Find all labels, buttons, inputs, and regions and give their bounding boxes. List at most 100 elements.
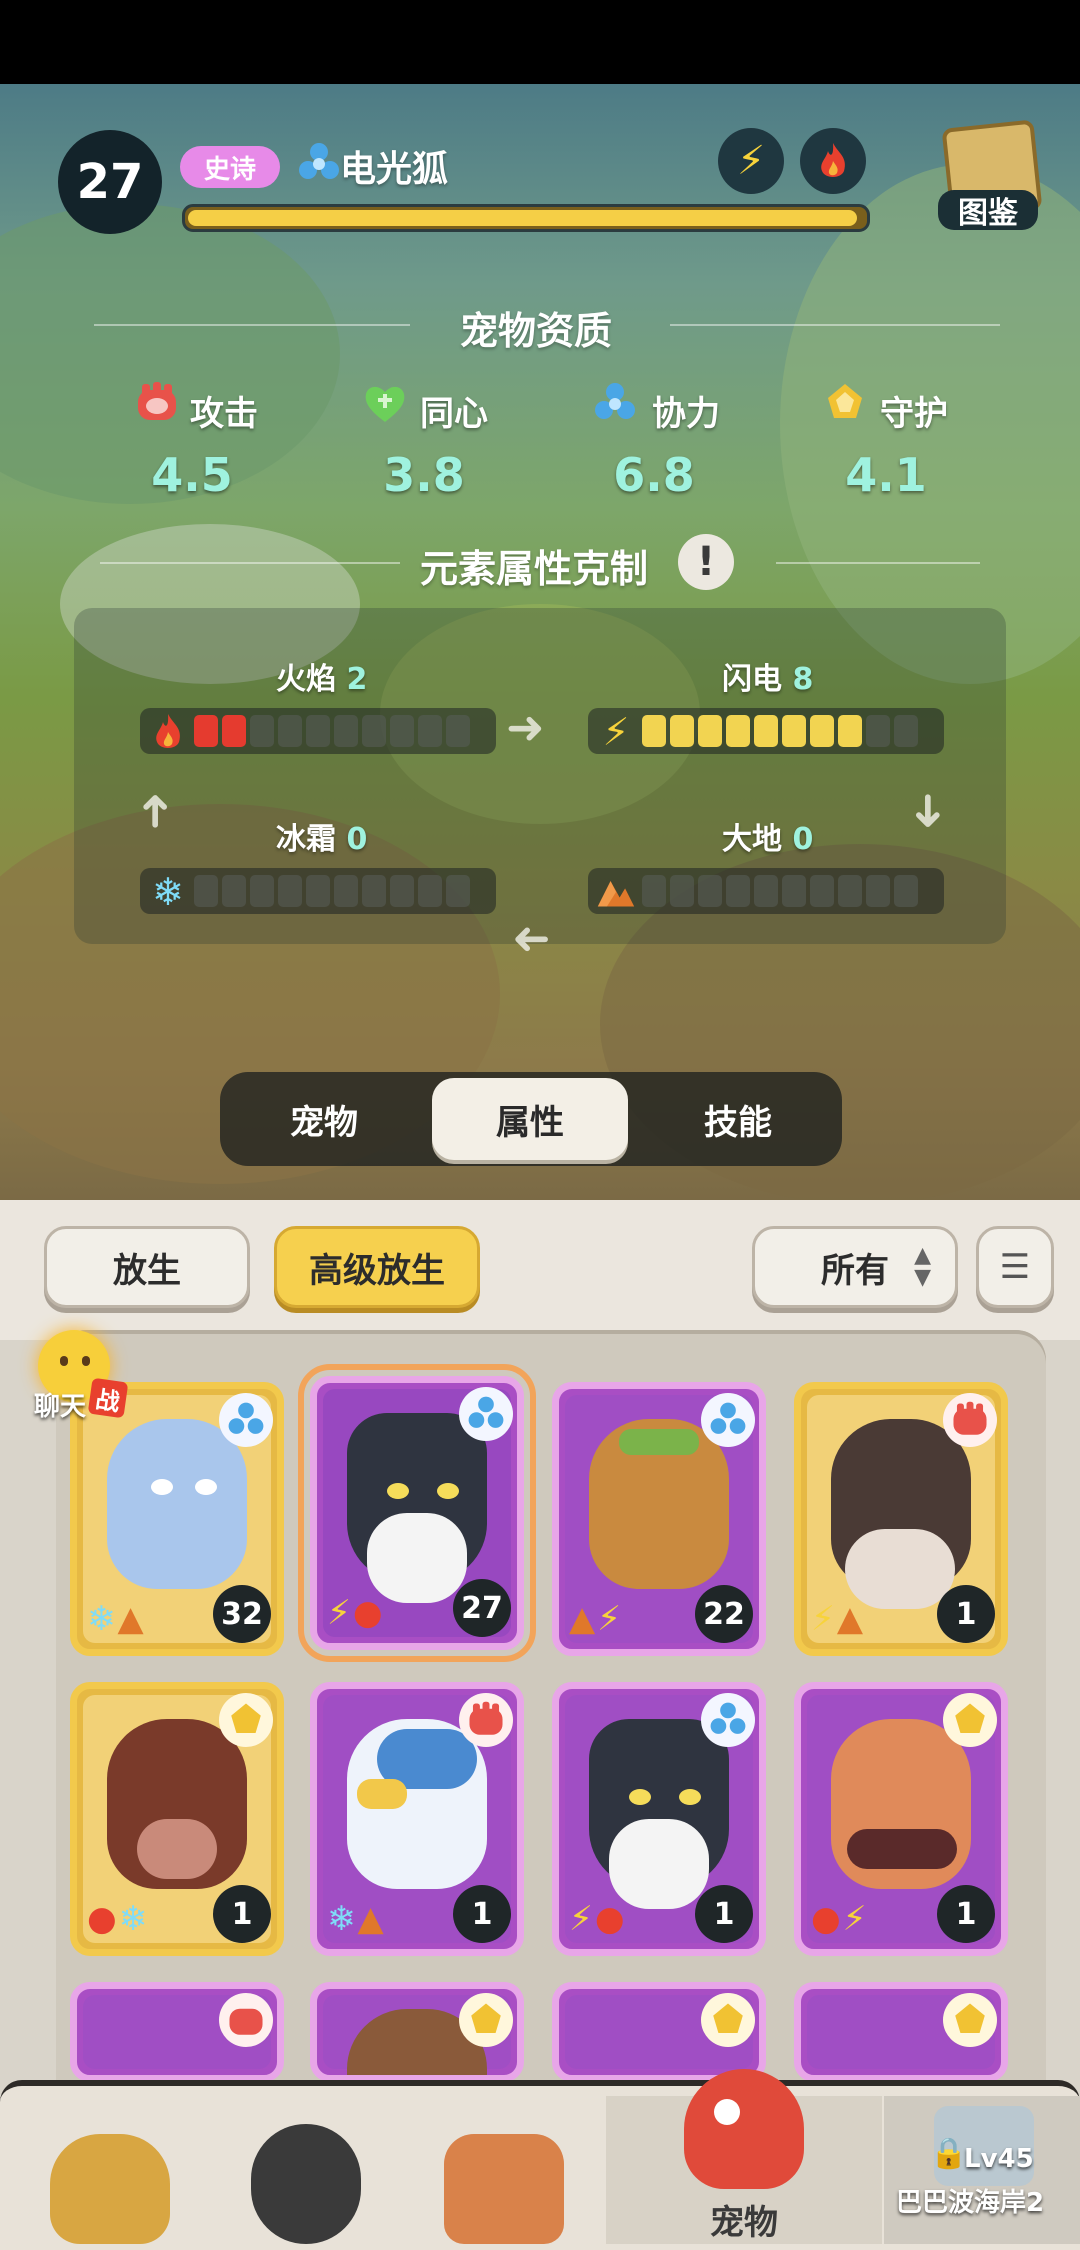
element-segment bbox=[250, 715, 274, 747]
heart-icon bbox=[362, 380, 408, 426]
chat-button[interactable]: 战 聊天 bbox=[20, 1330, 129, 1430]
filter-dropdown[interactable]: 所有 ▲ ▼ bbox=[752, 1226, 958, 1308]
nav-item-totem[interactable] bbox=[404, 2094, 604, 2244]
pet-card[interactable]: ▲ ⚡ 22 bbox=[552, 1382, 766, 1656]
stat-value-guard: 4.1 bbox=[845, 448, 927, 502]
pet-elements: ❄ ▲ bbox=[87, 1599, 144, 1639]
element-segment bbox=[334, 875, 358, 907]
release-button[interactable]: 放生 bbox=[44, 1226, 250, 1308]
sort-icon: ☰ bbox=[999, 1247, 1031, 1287]
element-segment bbox=[754, 875, 778, 907]
element-lightning-segments bbox=[642, 715, 918, 747]
nav-item-locked[interactable]: 🔒 Lv45 巴巴波海岸2 bbox=[884, 2096, 1080, 2244]
element-segment bbox=[194, 875, 218, 907]
element-segment bbox=[446, 875, 470, 907]
advanced-release-button[interactable]: 高级放生 bbox=[274, 1226, 480, 1308]
divider bbox=[94, 324, 410, 326]
arrow-right-icon: ➜ bbox=[506, 700, 545, 754]
nav-item-pets[interactable]: 宠物 bbox=[644, 2040, 844, 2244]
element-segment bbox=[782, 875, 806, 907]
cooperation-icon bbox=[701, 1393, 755, 1447]
element-segment bbox=[754, 715, 778, 747]
pet-level: 32 bbox=[213, 1585, 271, 1643]
stat-label-guard: 守护 bbox=[880, 394, 948, 434]
stat-label-cooperation: 协力 bbox=[652, 394, 720, 434]
pet-level: 27 bbox=[453, 1579, 511, 1637]
cooperation-icon bbox=[219, 1393, 273, 1447]
divider bbox=[100, 562, 400, 564]
stat-label-unity: 同心 bbox=[420, 394, 488, 434]
guard-icon bbox=[701, 1993, 755, 2047]
aptitude-title: 宠物资质 bbox=[460, 309, 613, 353]
sort-button[interactable]: ☰ bbox=[976, 1226, 1054, 1308]
element-segment bbox=[838, 875, 862, 907]
cooperation-icon bbox=[701, 1693, 755, 1747]
element-frost-bar: ❄ bbox=[140, 868, 496, 914]
element-fire-segments bbox=[194, 715, 470, 747]
pet-card[interactable] bbox=[70, 1982, 284, 2082]
nav-item-warrior[interactable] bbox=[206, 2094, 406, 2244]
pet-card[interactable] bbox=[310, 1982, 524, 2082]
element-segment bbox=[306, 715, 330, 747]
pet-elements: ⚡ ▲ bbox=[811, 1599, 864, 1639]
element-segment bbox=[726, 875, 750, 907]
element-fire-label: 火焰 2 bbox=[276, 662, 368, 697]
rarity-badge: 史诗 bbox=[180, 146, 280, 188]
illustrated-handbook-button[interactable]: 图鉴 bbox=[938, 119, 1043, 231]
element-segment bbox=[698, 715, 722, 747]
guard-icon bbox=[459, 1993, 513, 2047]
guard-icon bbox=[219, 1693, 273, 1747]
element-segment bbox=[446, 715, 470, 747]
pet-elements: ❄ ▲ bbox=[327, 1899, 384, 1939]
element-segment bbox=[222, 875, 246, 907]
fire-element-button[interactable] bbox=[800, 128, 866, 194]
info-button[interactable]: ! bbox=[678, 534, 734, 590]
element-segment bbox=[418, 715, 442, 747]
chat-label: 聊天 bbox=[34, 1392, 87, 1422]
pet-level: 1 bbox=[937, 1585, 995, 1643]
battle-badge: 战 bbox=[87, 1377, 129, 1419]
divider bbox=[776, 562, 980, 564]
caveman-avatar-icon bbox=[50, 2134, 170, 2244]
element-segment bbox=[250, 875, 274, 907]
attack-icon bbox=[134, 380, 180, 426]
element-segment bbox=[194, 715, 218, 747]
locked-level: Lv45 bbox=[964, 2144, 1034, 2174]
pet-card[interactable]: ● ⚡ 1 bbox=[794, 1682, 1008, 1956]
pet-elements: ● ⚡ bbox=[811, 1899, 867, 1939]
status-bar bbox=[0, 0, 1080, 84]
element-segment bbox=[418, 875, 442, 907]
lightning-icon: ⚡ bbox=[736, 138, 766, 184]
filter-value: 所有 bbox=[821, 1250, 889, 1291]
element-restraint-title: 元素属性克制 bbox=[420, 547, 649, 591]
element-segment bbox=[362, 715, 386, 747]
pet-elements: ● ❄ bbox=[87, 1899, 148, 1939]
attack-icon bbox=[459, 1693, 513, 1747]
element-segment bbox=[390, 715, 414, 747]
nav-item-caveman[interactable] bbox=[10, 2094, 210, 2244]
arrow-left-icon: ➜ bbox=[512, 914, 551, 968]
warrior-avatar-icon bbox=[251, 2124, 361, 2244]
element-segment bbox=[642, 715, 666, 747]
pet-elements: ▲ ⚡ bbox=[569, 1599, 622, 1639]
pet-level: 1 bbox=[453, 1885, 511, 1943]
element-segment bbox=[894, 875, 918, 907]
cooperation-icon bbox=[592, 380, 638, 426]
pet-card[interactable]: ⚡ ● 1 bbox=[552, 1682, 766, 1956]
pet-card-selected[interactable]: ⚡ ● 27 bbox=[298, 1364, 536, 1662]
element-frost-segments bbox=[194, 875, 470, 907]
pet-card[interactable]: ⚡ ▲ 1 bbox=[794, 1382, 1008, 1656]
pet-card[interactable]: ● ❄ 1 bbox=[70, 1682, 284, 1956]
tab-pet[interactable]: 宠物 bbox=[226, 1078, 422, 1160]
pet-card[interactable]: ❄ ▲ 1 bbox=[310, 1682, 524, 1956]
tab-attributes[interactable]: 属性 bbox=[432, 1078, 628, 1160]
tab-skills[interactable]: 技能 bbox=[640, 1078, 836, 1160]
element-segment bbox=[810, 715, 834, 747]
element-segment bbox=[334, 715, 358, 747]
element-segment bbox=[782, 715, 806, 747]
cooperation-icon bbox=[296, 140, 342, 186]
element-segment bbox=[866, 875, 890, 907]
element-segment bbox=[670, 715, 694, 747]
lightning-element-button[interactable]: ⚡ bbox=[718, 128, 784, 194]
guard-icon bbox=[943, 1693, 997, 1747]
